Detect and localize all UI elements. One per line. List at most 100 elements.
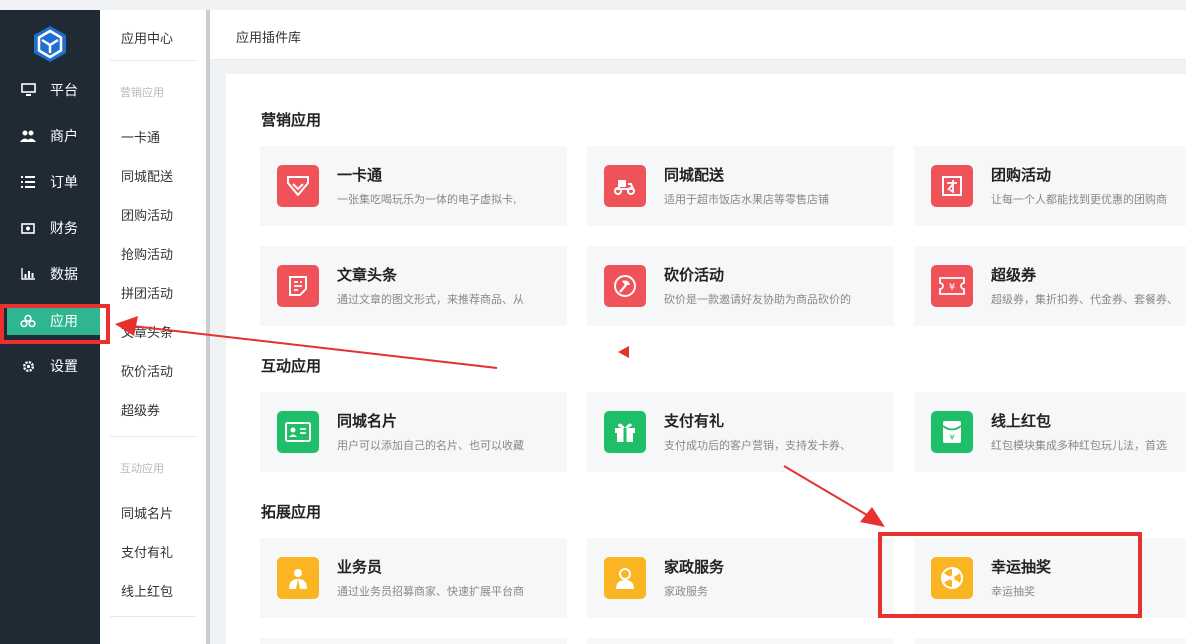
app-card-pay-gift[interactable]: 支付有礼 支付成功后的客户营销，支持发卡券、	[587, 392, 894, 472]
rail-item-label: 商户	[50, 129, 78, 145]
app-card-title: 超级券	[991, 266, 1037, 284]
card-icon	[277, 411, 319, 453]
submenu-divider	[110, 436, 196, 437]
red-packet-icon: ¥	[931, 411, 973, 453]
app-card-salesman[interactable]: 业务员 通过业务员招募商家、快速扩展平台商	[260, 538, 567, 618]
app-card-group-buy[interactable]: 团购活动 让每一个人都能找到更优惠的团购商	[914, 146, 1186, 226]
app-card-desc: 用户可以添加自己的名片、也可以收藏	[337, 439, 524, 452]
app-card-desc: 红包模块集成多种红包玩儿法，首选	[991, 439, 1167, 452]
submenu-item[interactable]: 抢购活动	[121, 244, 173, 263]
app-card-title: 同城配送	[664, 166, 725, 184]
app-card-business-card[interactable]: 同城名片 用户可以添加自己的名片、也可以收藏	[260, 392, 567, 472]
submenu-item[interactable]: 团购活动	[121, 205, 173, 224]
app-card-desc: 幸运抽奖	[991, 585, 1035, 598]
rail-item-label: 数据	[50, 267, 78, 283]
rail-item-label: 订单	[50, 175, 78, 191]
bar-chart-icon	[20, 266, 36, 282]
submenu-item[interactable]: 砍价活动	[121, 361, 173, 380]
monitor-icon	[20, 82, 36, 98]
logo-icon	[34, 26, 66, 62]
app-card-red-packet[interactable]: ¥ 线上红包 红包模块集成多种红包玩儿法，首选	[914, 392, 1186, 472]
app-card-title: 家政服务	[664, 558, 725, 576]
submenu-item[interactable]: 超级券	[121, 400, 160, 419]
lottery-icon	[931, 557, 973, 599]
svg-text:¥: ¥	[949, 282, 955, 293]
app-card-partial	[914, 638, 1186, 644]
rail-item-platform[interactable]: 平台	[0, 73, 100, 107]
submenu-item[interactable]: 支付有礼	[121, 542, 173, 561]
submenu-item[interactable]: 同城名片	[121, 503, 173, 522]
rail-item-label: 设置	[50, 359, 78, 375]
submenu-title: 应用中心	[121, 32, 174, 47]
submenu-divider	[110, 60, 196, 61]
group-buy-icon	[931, 165, 973, 207]
app-card-desc: 砍价是一款邀请好友协助为商品砍价的	[664, 293, 851, 306]
app-card-title: 幸运抽奖	[991, 558, 1052, 576]
rail-item-merchant[interactable]: 商户	[0, 119, 100, 153]
app-card-desc: 通过业务员招募商家、快速扩展平台商	[337, 585, 524, 598]
app-card-article[interactable]: 文章头条 通过文章的图文形式，来推荐商品、从	[260, 246, 567, 326]
app-card-housekeeping[interactable]: 家政服务 家政服务	[587, 538, 894, 618]
app-card-title: 支付有礼	[664, 412, 725, 430]
plugin-library-panel: 营销应用 一卡通 一张集吃喝玩乐为一体的电子虚拟卡, 同城配送 适用于超市饭店水…	[226, 74, 1186, 644]
submenu-scrollbar[interactable]	[206, 10, 210, 644]
app-card-desc: 让每一个人都能找到更优惠的团购商	[991, 193, 1167, 206]
rail-item-finance[interactable]: 财务	[0, 211, 100, 245]
axe-icon	[604, 265, 646, 307]
rail-item-label: 平台	[50, 83, 78, 99]
app-card-title: 团购活动	[991, 166, 1052, 184]
app-card-title: 砍价活动	[664, 266, 725, 284]
gear-icon	[20, 358, 36, 374]
rail-item-orders[interactable]: 订单	[0, 165, 100, 199]
svg-text:¥: ¥	[949, 433, 954, 442]
app-card-title: 业务员	[337, 558, 383, 576]
list-icon	[20, 174, 36, 190]
submenu-item[interactable]: 文章头条	[121, 322, 173, 341]
money-icon	[20, 220, 36, 236]
app-card-one-card[interactable]: 一卡通 一张集吃喝玩乐为一体的电子虚拟卡,	[260, 146, 567, 226]
app-card-desc: 超级券，集折扣券、代金券、套餐券、	[991, 293, 1178, 306]
app-card-desc: 家政服务	[664, 585, 708, 598]
main-nav-rail: 平台 商户 订单 财务 数据 应用 设置	[0, 10, 101, 644]
submenu-item[interactable]: 线上红包	[121, 581, 173, 600]
app-card-partial	[587, 638, 894, 644]
submenu-divider	[110, 616, 196, 617]
housekeeping-icon	[604, 557, 646, 599]
submenu-item[interactable]: 一卡通	[121, 127, 160, 146]
users-icon	[20, 128, 36, 144]
app-card-lottery[interactable]: 幸运抽奖 幸运抽奖	[914, 538, 1186, 618]
coupon-icon: ¥	[931, 265, 973, 307]
app-card-delivery[interactable]: 同城配送 适用于超市饭店水果店等零售店铺	[587, 146, 894, 226]
rail-item-apps[interactable]: 应用	[7, 307, 101, 335]
app-card-title: 一卡通	[337, 166, 383, 184]
submenu-item[interactable]: 拼团活动	[121, 283, 173, 302]
app-card-partial	[260, 638, 567, 644]
section-title: 拓展应用	[261, 503, 322, 521]
submenu-group-marketing: 营销应用	[120, 86, 164, 99]
app-card-title: 同城名片	[337, 412, 398, 430]
salesman-icon	[277, 557, 319, 599]
app-card-bargain[interactable]: 砍价活动 砍价是一款邀请好友协助为商品砍价的	[587, 246, 894, 326]
app-card-super-coupon[interactable]: ¥ 超级券 超级券，集折扣券、代金券、套餐券、	[914, 246, 1186, 326]
submenu-item[interactable]: 同城配送	[121, 166, 173, 185]
rail-item-label: 财务	[50, 221, 78, 237]
page-header: 应用插件库	[210, 10, 1186, 60]
app-center-submenu: 应用中心 营销应用 一卡通 同城配送 团购活动 抢购活动 拼团活动 文章头条 砍…	[100, 10, 206, 644]
submenu-group-interactive: 互动应用	[120, 462, 164, 475]
app-card-desc: 适用于超市饭店水果店等零售店铺	[664, 193, 829, 206]
app-card-title: 线上红包	[991, 412, 1052, 430]
section-title: 营销应用	[261, 111, 322, 129]
app-card-desc: 通过文章的图文形式，来推荐商品、从	[337, 293, 524, 306]
scooter-icon	[604, 165, 646, 207]
apps-icon	[20, 313, 36, 329]
app-card-desc: 一张集吃喝玩乐为一体的电子虚拟卡,	[337, 193, 517, 206]
diamond-icon	[277, 165, 319, 207]
rail-item-data[interactable]: 数据	[0, 257, 100, 291]
gift-icon	[604, 411, 646, 453]
article-icon	[277, 265, 319, 307]
page-title: 应用插件库	[236, 31, 302, 46]
rail-item-settings[interactable]: 设置	[0, 349, 100, 383]
rail-item-label: 应用	[50, 314, 78, 330]
section-title: 互动应用	[261, 357, 322, 375]
app-card-desc: 支付成功后的客户营销，支持发卡券、	[664, 439, 851, 452]
